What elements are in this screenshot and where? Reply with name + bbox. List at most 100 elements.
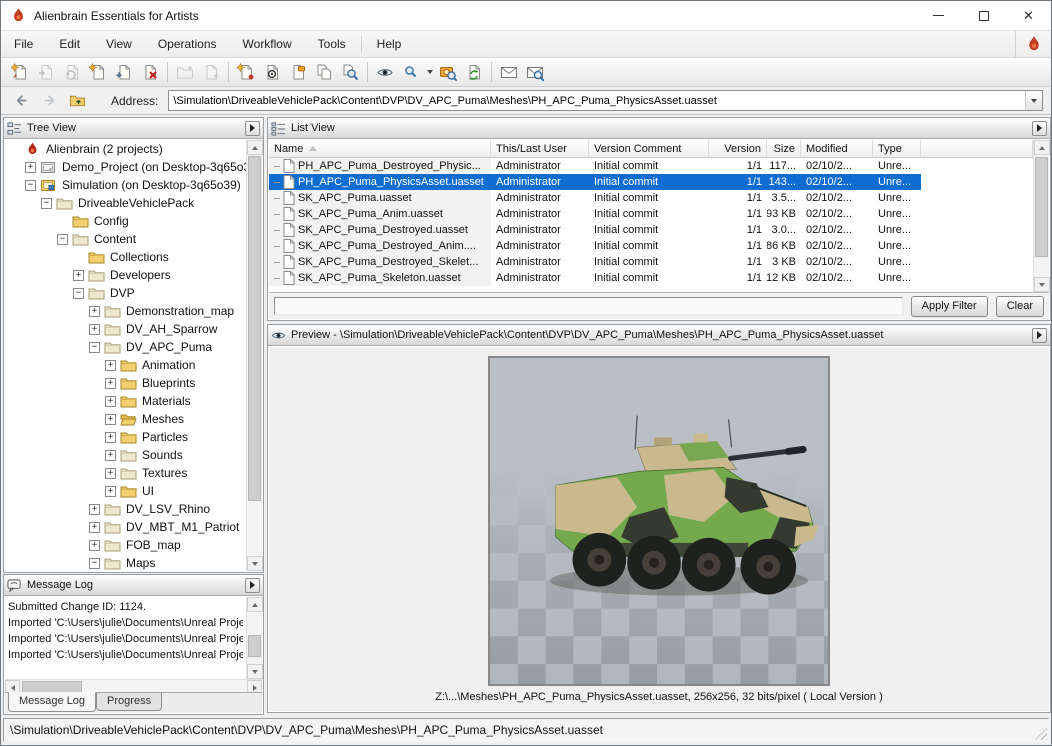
menu-view[interactable]: View [93,31,145,57]
message-log-menu-button[interactable] [245,578,260,593]
table-row[interactable]: SK_APC_Puma_Destroyed_Skelet...Administr… [269,254,1033,270]
apply-filter-button[interactable]: Apply Filter [911,296,988,317]
forward-button[interactable] [37,90,61,112]
expand-icon[interactable]: + [89,504,100,515]
delete-button[interactable] [137,60,163,84]
tree-item-meshes[interactable]: +Meshes [5,410,246,428]
find-files-button[interactable] [337,60,363,84]
preview-toggle-button[interactable] [372,60,398,84]
send-mail-button[interactable] [496,60,522,84]
column-header-comment[interactable]: Version Comment [589,140,709,157]
filter-input[interactable] [274,297,903,315]
expand-icon[interactable]: + [89,540,100,551]
tab-progress[interactable]: Progress [96,693,162,711]
table-row[interactable]: SK_APC_Puma_Skeleton.uassetAdministrator… [269,270,1033,286]
expand-icon[interactable]: + [105,414,116,425]
column-header-type[interactable]: Type [873,140,921,157]
back-button[interactable] [9,90,33,112]
refresh-button[interactable] [461,60,487,84]
search-button[interactable] [398,60,424,84]
menu-tools[interactable]: Tools [305,31,359,57]
clear-filter-button[interactable]: Clear [996,296,1044,317]
expand-icon[interactable]: + [89,522,100,533]
tree-item-driveablevehiclepack[interactable]: −DriveableVehiclePack [5,194,246,212]
collapse-icon[interactable]: − [25,180,36,191]
table-row[interactable]: PH_APC_Puma_PhysicsAsset.uassetAdministr… [269,174,1033,190]
menu-edit[interactable]: Edit [46,31,93,57]
close-button[interactable]: ✕ [1006,1,1051,30]
column-header-user[interactable]: This/Last User [491,140,589,157]
expand-icon[interactable]: + [105,378,116,389]
tree-item-developers[interactable]: +Developers [5,266,246,284]
table-row[interactable]: SK_APC_Puma_Destroyed_Anim....Administra… [269,238,1033,254]
tree-item-textures[interactable]: +Textures [5,464,246,482]
tree-item-dv_apc_puma[interactable]: −DV_APC_Puma [5,338,246,356]
tree-item-dv_ah_sparrow[interactable]: +DV_AH_Sparrow [5,320,246,338]
address-dropdown-button[interactable] [1025,91,1042,110]
expand-icon[interactable]: + [105,360,116,371]
tree-item-simulation[interactable]: −Simulation (on Desktop-3q65o39) [5,176,246,194]
submit-pending-changes-button[interactable] [233,60,259,84]
collapse-icon[interactable]: − [89,342,100,353]
tree-item-dv_lsv_rhino[interactable]: +DV_LSV_Rhino [5,500,246,518]
tree-item-particles[interactable]: +Particles [5,428,246,446]
tab-message-log[interactable]: Message Log [8,692,96,712]
menu-file[interactable]: File [1,31,46,57]
menu-help[interactable]: Help [364,31,415,57]
column-header-version[interactable]: Version [709,140,767,157]
expand-icon[interactable]: + [73,270,84,281]
expand-icon[interactable]: + [105,468,116,479]
expand-icon[interactable]: + [89,324,100,335]
table-row[interactable]: SK_APC_Puma_Anim.uassetAdministratorInit… [269,206,1033,222]
tree-item-animation[interactable]: +Animation [5,356,246,374]
tree-item-demonstration_map[interactable]: +Demonstration_map [5,302,246,320]
tree-view-menu-button[interactable] [245,121,260,136]
tree-item-collections[interactable]: Collections [5,248,246,266]
collapse-icon[interactable]: − [73,288,84,299]
tree-item-ui[interactable]: +UI [5,482,246,500]
expand-icon[interactable]: + [25,162,36,173]
tree-item-dv_mbt_m1_patriot[interactable]: +DV_MBT_M1_Patriot [5,518,246,536]
address-input[interactable] [169,92,1025,109]
expand-icon[interactable]: + [105,432,116,443]
import-asset-button[interactable] [7,60,33,84]
collapse-icon[interactable]: − [89,558,100,569]
tree-item-demo_project[interactable]: +Demo_Project (on Desktop-3q65o39) [5,158,246,176]
tree-item-alienbrain[interactable]: Alienbrain (2 projects) [5,140,246,158]
expand-icon[interactable]: + [105,396,116,407]
find-image-button[interactable] [435,60,461,84]
check-out-button[interactable] [85,60,111,84]
tree-item-materials[interactable]: +Materials [5,392,246,410]
column-header-name[interactable]: Name [269,140,491,157]
tree-item-blueprints[interactable]: +Blueprints [5,374,246,392]
menu-operations[interactable]: Operations [145,31,230,57]
collapse-icon[interactable]: − [41,198,52,209]
table-row[interactable]: PH_APC_Puma_Destroyed_Physic...Administr… [269,158,1033,174]
column-header-size[interactable]: Size [767,140,801,157]
resize-grip[interactable] [1033,726,1047,740]
table-row[interactable]: SK_APC_Puma_Destroyed.uassetAdministrato… [269,222,1033,238]
tree-item-fob_map[interactable]: +FOB_map [5,536,246,554]
synchronize-button[interactable] [259,60,285,84]
tree-item-config[interactable]: Config [5,212,246,230]
collapse-icon[interactable]: − [57,234,68,245]
log-vertical-scrollbar[interactable] [246,597,262,679]
get-latest-version-button[interactable] [111,60,137,84]
table-row[interactable]: SK_APC_Puma.uassetAdministratorInitial c… [269,190,1033,206]
properties-button[interactable] [285,60,311,84]
list-vertical-scrollbar[interactable] [1033,140,1049,292]
preview-menu-button[interactable] [1032,328,1047,343]
copy-button[interactable] [311,60,337,84]
list-view-menu-button[interactable] [1032,121,1047,136]
expand-icon[interactable]: + [89,306,100,317]
tree-vertical-scrollbar[interactable] [246,140,262,571]
tree-item-dvp[interactable]: −DVP [5,284,246,302]
search-dropdown-button[interactable] [424,60,435,84]
up-folder-button[interactable] [65,90,89,112]
tree-item-content[interactable]: −Content [5,230,246,248]
minimize-button[interactable] [916,1,961,30]
menu-workflow[interactable]: Workflow [230,31,305,57]
column-header-modified[interactable]: Modified [801,140,873,157]
maximize-button[interactable] [961,1,1006,30]
tree-item-sounds[interactable]: +Sounds [5,446,246,464]
